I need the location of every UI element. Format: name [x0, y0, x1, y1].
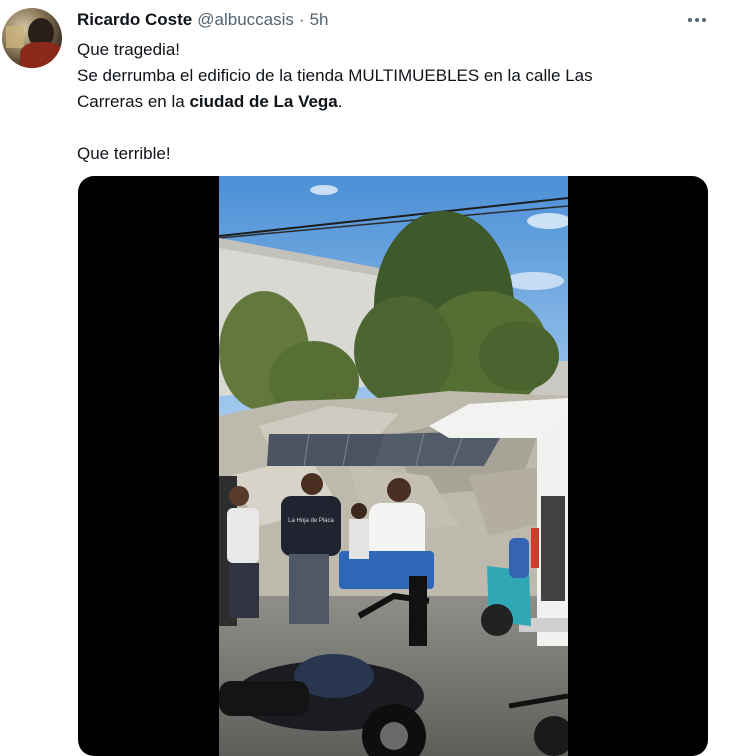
- avatar[interactable]: [2, 8, 62, 68]
- separator-dot: ·: [298, 10, 305, 29]
- tweet-line-3: Carreras en la ciudad de La Vega.: [77, 92, 343, 111]
- bold-location: ciudad de La Vega: [189, 92, 338, 111]
- video-frame: La Hoja de Placa: [219, 176, 568, 756]
- timestamp[interactable]: 5h: [310, 10, 329, 30]
- tweet-header: Ricardo Coste @albuccasis · 5h: [77, 9, 328, 31]
- more-horizontal-icon: [688, 18, 692, 22]
- video-player[interactable]: La Hoja de Placa: [219, 176, 568, 756]
- shirt-text: La Hoja de Placa: [288, 518, 334, 524]
- more-options-button[interactable]: [682, 8, 712, 32]
- tweet[interactable]: Ricardo Coste @albuccasis · 5h Que trage…: [0, 0, 742, 756]
- tweet-line-1: Que tragedia!: [77, 40, 181, 59]
- tweet-line-4: Que terrible!: [77, 144, 171, 163]
- author-name[interactable]: Ricardo Coste: [77, 10, 192, 30]
- media-container[interactable]: La Hoja de Placa: [78, 176, 708, 756]
- tweet-text: Que tragedia! Se derrumba el edificio de…: [77, 37, 717, 167]
- tweet-line-2: Se derrumba el edificio de la tienda MUL…: [77, 66, 593, 85]
- author-handle[interactable]: @albuccasis: [197, 10, 294, 30]
